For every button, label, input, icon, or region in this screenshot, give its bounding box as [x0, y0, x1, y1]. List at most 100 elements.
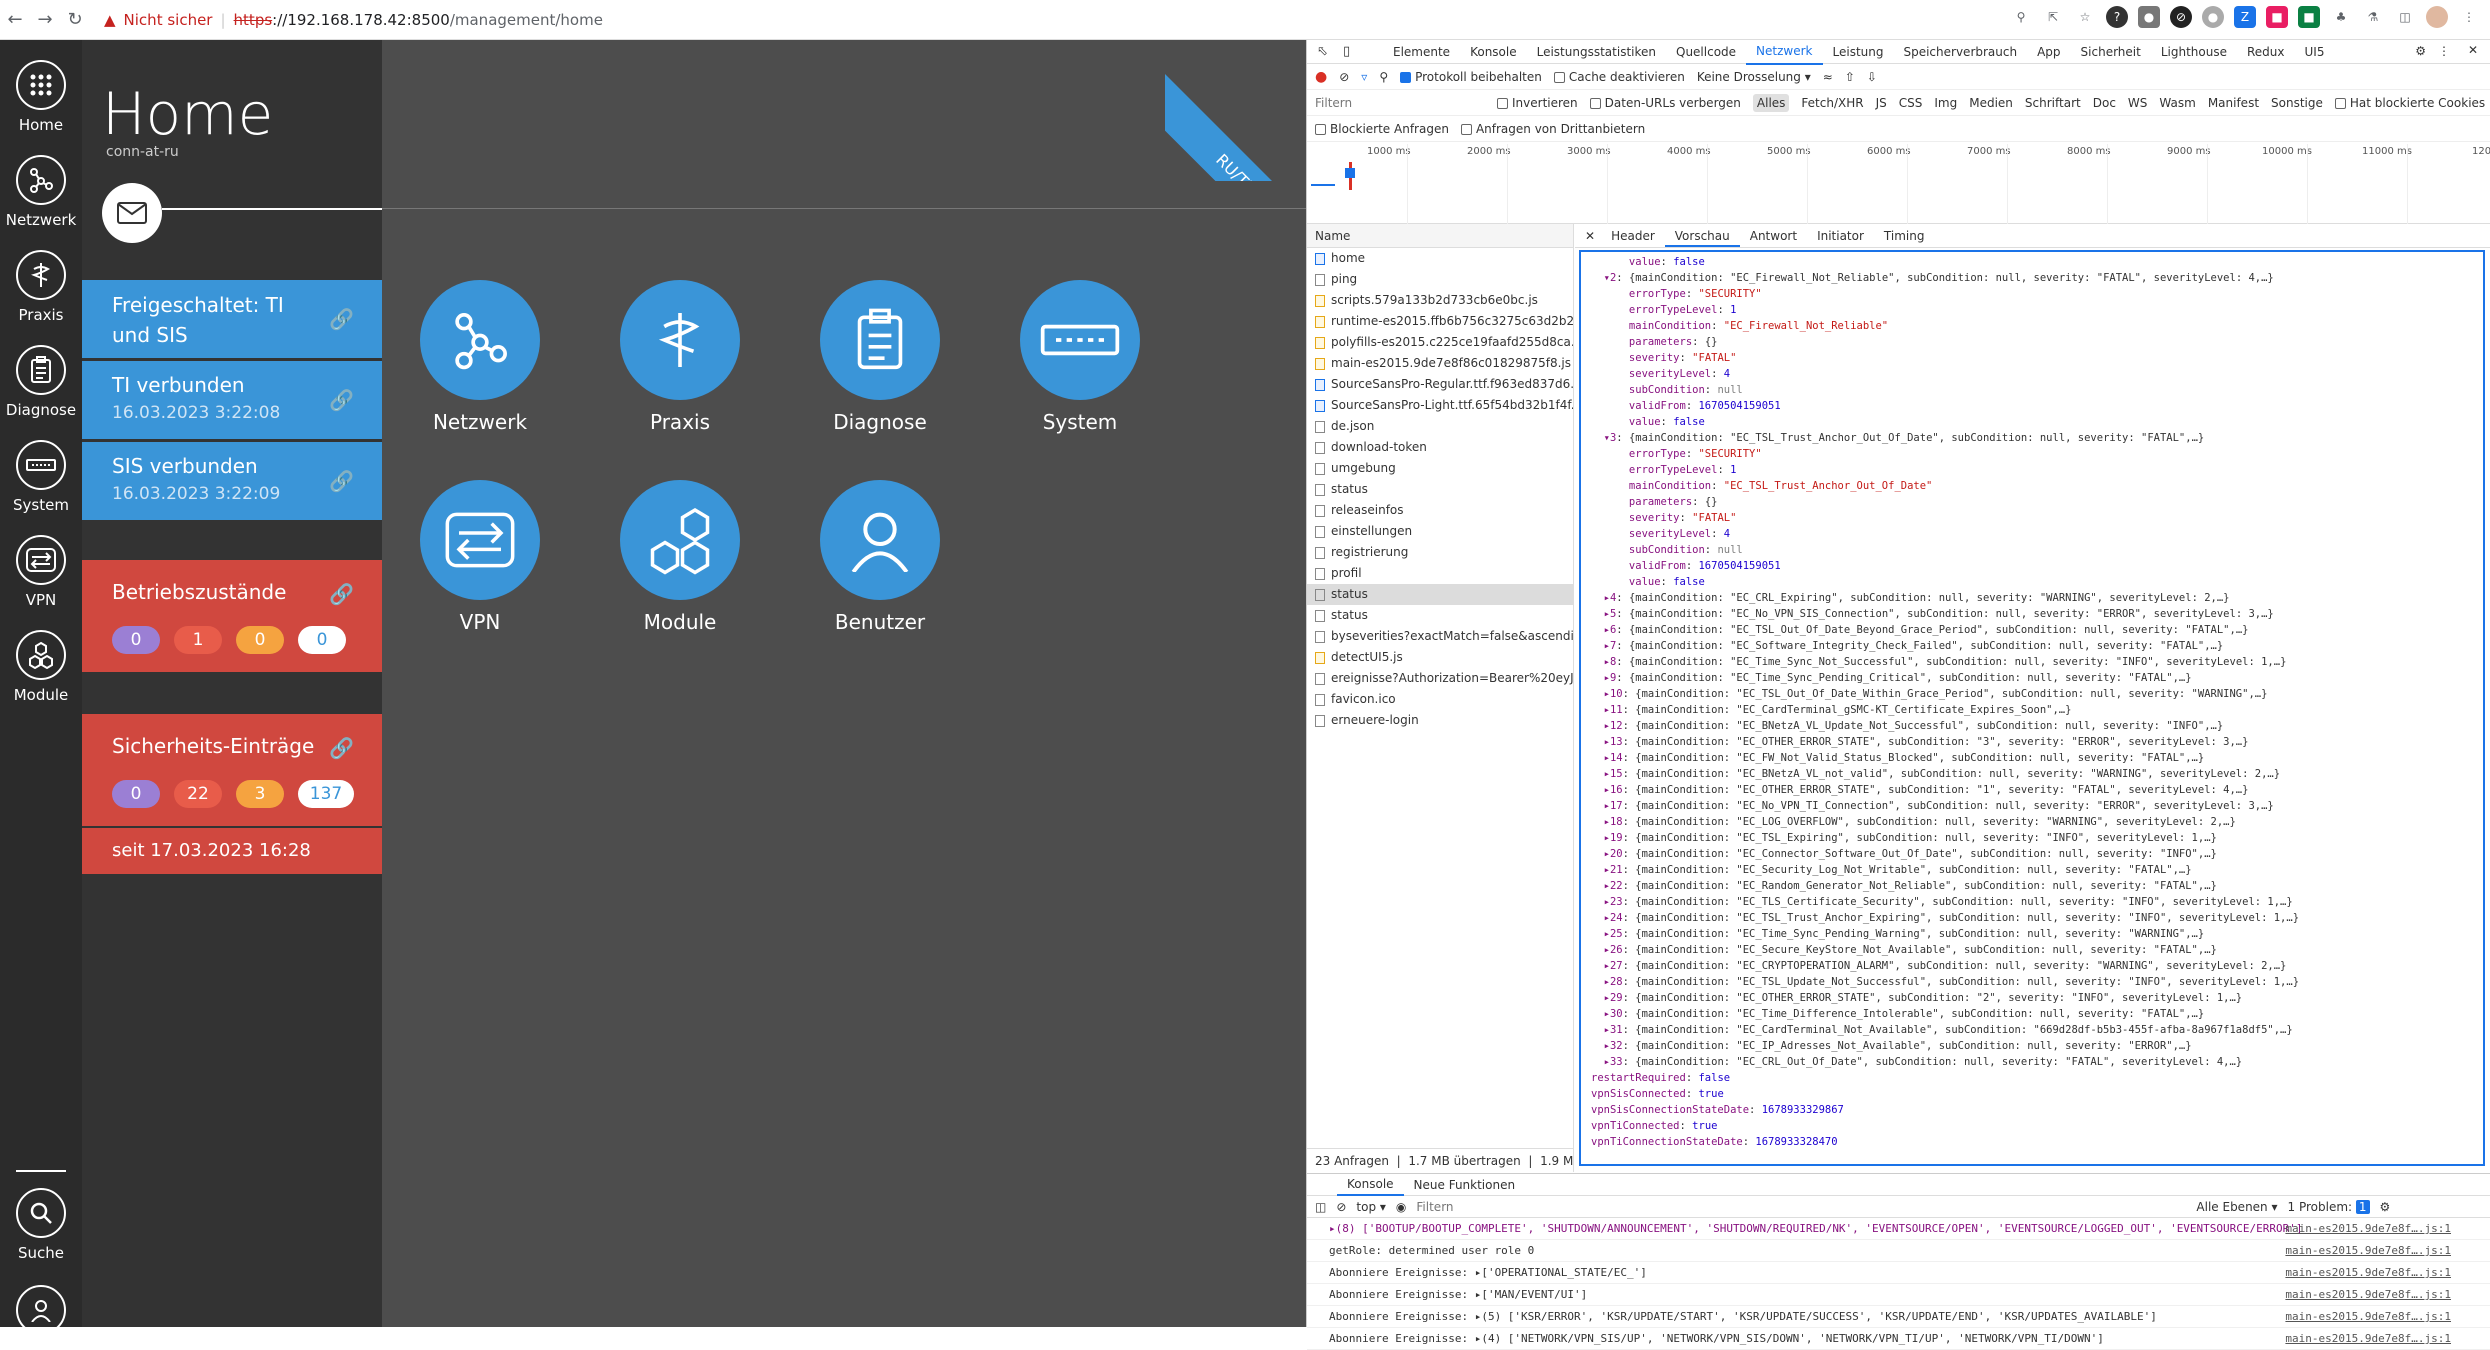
json-preview[interactable]: value: false ▾2: {mainCondition: "EC_Fir… — [1579, 250, 2485, 1166]
json-line[interactable]: ▸13: {mainCondition: "EC_OTHER_ERROR_STA… — [1591, 734, 2473, 750]
export-icon[interactable]: ⇩ — [1867, 70, 1877, 84]
link-icon[interactable]: 🔗 — [329, 469, 354, 493]
clear-icon[interactable]: ⊘ — [1339, 70, 1349, 84]
share-icon[interactable]: ⇱ — [2042, 6, 2064, 28]
filter-funnel-icon[interactable]: ▿ — [1361, 70, 1367, 84]
request-row[interactable]: ping — [1307, 269, 1573, 290]
request-row-selected[interactable]: status — [1307, 584, 1573, 605]
request-row[interactable]: main-es2015.9de7e8f86c01829875f8.js — [1307, 353, 1573, 374]
type-filter-wasm[interactable]: Wasm — [2159, 96, 2195, 110]
link-icon[interactable]: 🔗 — [329, 736, 354, 760]
json-line[interactable]: ▸12: {mainCondition: "EC_BNetzA_VL_Updat… — [1591, 718, 2473, 734]
json-line[interactable]: ▸7: {mainCondition: "EC_Software_Integri… — [1591, 638, 2473, 654]
tab-ui5[interactable]: UI5 — [2295, 40, 2335, 64]
json-line[interactable]: ▸29: {mainCondition: "EC_OTHER_ERROR_STA… — [1591, 990, 2473, 1006]
close-icon[interactable]: ✕ — [1585, 224, 1595, 247]
request-row[interactable]: download-token — [1307, 437, 1573, 458]
request-row[interactable]: de.json — [1307, 416, 1573, 437]
tile-benutzer[interactable]: Benutzer — [780, 480, 980, 634]
more-kebab-icon[interactable]: ⋮ — [2438, 44, 2450, 58]
forward-icon[interactable]: → — [30, 5, 60, 35]
blocked-requests-checkbox[interactable]: Blockierte Anfragen — [1315, 122, 1449, 136]
type-filter-img[interactable]: Img — [1934, 96, 1957, 110]
tile-praxis[interactable]: Praxis — [580, 280, 780, 434]
extension-block-icon[interactable]: ⊘ — [2170, 6, 2192, 28]
json-line[interactable]: ▸30: {mainCondition: "EC_Time_Difference… — [1591, 1006, 2473, 1022]
tab-leistung[interactable]: Leistung — [1823, 40, 1894, 64]
type-filter-fetch[interactable]: Fetch/XHR — [1801, 96, 1863, 110]
json-line[interactable]: ▸18: {mainCondition: "EC_LOG_OVERFLOW", … — [1591, 814, 2473, 830]
import-icon[interactable]: ⇧ — [1845, 70, 1855, 84]
json-line[interactable]: ▸15: {mainCondition: "EC_BNetzA_VL_not_v… — [1591, 766, 2473, 782]
request-row[interactable]: SourceSansPro-Regular.ttf.f963ed837d6... — [1307, 374, 1573, 395]
request-row[interactable]: SourceSansPro-Light.ttf.65f54bd32b1f4f..… — [1307, 395, 1573, 416]
json-line[interactable]: ▸19: {mainCondition: "EC_TSL_Expiring", … — [1591, 830, 2473, 846]
type-filter-manifest[interactable]: Manifest — [2208, 96, 2259, 110]
console-filter-input[interactable]: Filtern — [1416, 1200, 2186, 1214]
tab-sicherheit[interactable]: Sicherheit — [2071, 40, 2151, 64]
extensions-puzzle-icon[interactable]: ♣ — [2330, 6, 2352, 28]
invert-checkbox[interactable]: Invertieren — [1497, 96, 1578, 110]
tile-netzwerk[interactable]: Netzwerk — [380, 280, 580, 434]
third-party-checkbox[interactable]: Anfragen von Drittanbietern — [1460, 122, 1645, 136]
tab-netzwerk[interactable]: Netzwerk — [1746, 39, 1823, 65]
type-filter-alles[interactable]: Alles — [1752, 93, 1790, 112]
json-line[interactable]: ▸22: {mainCondition: "EC_Random_Generato… — [1591, 878, 2473, 894]
json-line[interactable]: ▸28: {mainCondition: "EC_TSL_Update_Not_… — [1591, 974, 2473, 990]
message-source-link[interactable]: main-es2015.9de7e8f….js:1 — [2285, 1218, 2451, 1239]
tile-vpn[interactable]: VPN — [380, 480, 580, 634]
console-message[interactable]: Abonniere Ereignisse: ▸(4) ['NETWORK/VPN… — [1307, 1328, 2490, 1350]
type-filter-medien[interactable]: Medien — [1969, 96, 2013, 110]
json-line[interactable]: ▸10: {mainCondition: "EC_TSL_Out_Of_Date… — [1591, 686, 2473, 702]
type-filter-doc[interactable]: Doc — [2093, 96, 2116, 110]
json-line[interactable]: ▸11: {mainCondition: "EC_CardTerminal_gS… — [1591, 702, 2473, 718]
sidebar-toggle-icon[interactable]: ◫ — [1315, 1200, 1326, 1214]
record-icon[interactable]: ● — [1315, 69, 1327, 85]
rail-item-suche[interactable]: Suche — [0, 1188, 82, 1262]
request-row[interactable]: detectUI5.js — [1307, 647, 1573, 668]
rail-item-diagnose[interactable]: Diagnose — [0, 345, 82, 419]
zoom-icon[interactable]: ⚲ — [2010, 6, 2032, 28]
rail-item-user[interactable] — [0, 1285, 82, 1341]
console-message[interactable]: Abonniere Ereignisse: ▸['OPERATIONAL_STA… — [1307, 1262, 2490, 1284]
message-source-link[interactable]: main-es2015.9de7e8f….js:1 — [2285, 1284, 2451, 1305]
bookmark-star-icon[interactable]: ☆ — [2074, 6, 2096, 28]
card-sis-verbunden[interactable]: SIS verbunden 16.03.2023 3:22:09 🔗 — [82, 442, 382, 520]
hide-data-urls-checkbox[interactable]: Daten-URLs verbergen — [1589, 96, 1741, 110]
clear-icon[interactable]: ⊘ — [1336, 1200, 1346, 1214]
json-line[interactable]: ▸32: {mainCondition: "EC_IP_Adresses_Not… — [1591, 1038, 2473, 1054]
request-row[interactable]: releaseinfos — [1307, 500, 1573, 521]
link-icon[interactable]: 🔗 — [329, 388, 354, 412]
filter-input[interactable]: Filtern — [1315, 96, 1485, 110]
json-line[interactable]: ▸6: {mainCondition: "EC_TSL_Out_Of_Date_… — [1591, 622, 2473, 638]
json-line[interactable]: ▸9: {mainCondition: "EC_Time_Sync_Pendin… — [1591, 670, 2473, 686]
type-filter-js[interactable]: JS — [1876, 96, 1887, 110]
address-bar[interactable]: ▲ Nicht sicher | https://192.168.178.42:… — [104, 11, 603, 29]
back-icon[interactable]: ← — [0, 5, 30, 35]
request-row[interactable]: byseverities?exactMatch=false&ascendin..… — [1307, 626, 1573, 647]
tab-elemente[interactable]: Elemente — [1383, 40, 1460, 64]
type-filter-sonstige[interactable]: Sonstige — [2271, 96, 2323, 110]
request-row[interactable]: einstellungen — [1307, 521, 1573, 542]
json-line[interactable]: ▸24: {mainCondition: "EC_TSL_Trust_Ancho… — [1591, 910, 2473, 926]
network-timeline[interactable]: 1000 ms 2000 ms 3000 ms 4000 ms 5000 ms … — [1307, 144, 2490, 224]
close-icon[interactable]: ✕ — [2468, 43, 2478, 57]
card-betriebszustaende[interactable]: Betriebszustände 🔗 0 1 0 0 — [82, 560, 382, 672]
message-source-link[interactable]: main-es2015.9de7e8f….js:1 — [2285, 1328, 2451, 1349]
reload-icon[interactable]: ↻ — [60, 5, 90, 35]
sidepanel-icon[interactable]: ◫ — [2394, 6, 2416, 28]
extension-lab-icon[interactable]: ⚗ — [2362, 6, 2384, 28]
tab-console[interactable]: Konsole — [1337, 1174, 1404, 1196]
card-sicherheits-eintraege[interactable]: Sicherheits-Einträge 🔗 0 22 3 137 — [82, 714, 382, 826]
tab-lighthouse[interactable]: Lighthouse — [2151, 40, 2237, 64]
wifi-icon[interactable]: ≈ — [1823, 70, 1833, 84]
json-line[interactable]: ▸25: {mainCondition: "EC_Time_Sync_Pendi… — [1591, 926, 2473, 942]
rail-item-home[interactable]: Home — [0, 60, 82, 134]
request-row[interactable]: ereignisse?Authorization=Bearer%20eyJ... — [1307, 668, 1573, 689]
card-freigeschaltet[interactable]: Freigeschaltet: TI und SIS 🔗 — [82, 280, 382, 358]
search-icon[interactable]: ⚲ — [1379, 70, 1388, 84]
link-icon[interactable]: 🔗 — [329, 582, 354, 606]
json-line[interactable]: ▸23: {mainCondition: "EC_TLS_Certificate… — [1591, 894, 2473, 910]
mail-button[interactable] — [102, 183, 162, 243]
json-line[interactable]: ▸27: {mainCondition: "EC_CRYPTOPERATION_… — [1591, 958, 2473, 974]
